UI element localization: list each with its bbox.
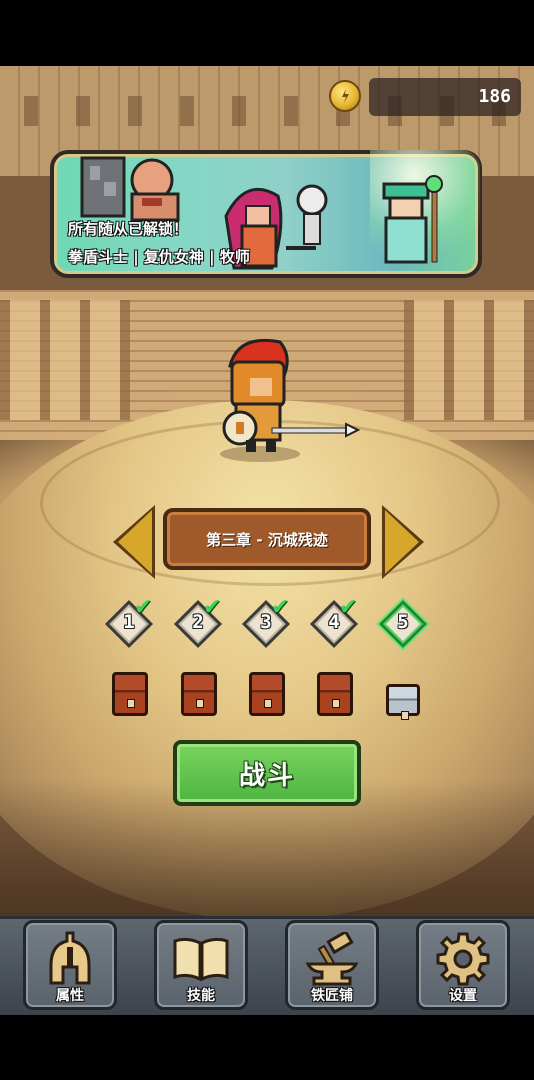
arena-arches-left (0, 300, 130, 420)
gear-icon (419, 929, 507, 989)
gold-coin-icon (329, 80, 361, 112)
coin-count: 186 (478, 86, 511, 107)
helmet-icon (26, 929, 114, 989)
fist-shield-fighter-sprite (80, 156, 180, 222)
level-node-3[interactable]: 3 ✔ (241, 595, 291, 649)
level-node-5[interactable]: 5 (378, 599, 428, 649)
reward-chest-5[interactable] (386, 684, 420, 720)
battle-button-label: 战斗 (238, 760, 295, 791)
level-node-2[interactable]: 2 ✔ (173, 595, 223, 649)
nav-attributes-label: 属性 (56, 988, 84, 1004)
check-icon: ✔ (203, 595, 222, 620)
nav-skills-button[interactable]: 技能 (154, 920, 248, 1010)
reward-chest-3[interactable] (249, 672, 285, 716)
nav-attributes-button[interactable]: 属性 (23, 920, 117, 1010)
arrow-left-icon[interactable] (118, 510, 152, 574)
check-icon: ✔ (134, 595, 153, 620)
top-letterbox (0, 0, 534, 66)
arena-arches-right (404, 300, 534, 420)
check-icon: ✔ (339, 595, 358, 620)
nav-skills-label: 技能 (187, 988, 215, 1004)
banner-companions-text: 拳盾斗士 | 复仇女神 | 牧师 (68, 248, 250, 266)
check-icon: ✔ (271, 595, 290, 620)
nav-blacksmith-label: 铁匠铺 (311, 988, 353, 1004)
spartan-hero-sprite (220, 338, 360, 462)
level-node-1[interactable]: 1 ✔ (104, 595, 154, 649)
chapter-title-plate: 第三章 - 沉城残迹 (163, 508, 371, 570)
chapter-title: 第三章 - 沉城残迹 (206, 530, 328, 549)
reward-chest-1[interactable] (112, 672, 148, 716)
nav-settings-button[interactable]: 设置 (416, 920, 510, 1010)
book-icon (157, 929, 245, 989)
nav-blacksmith-button[interactable]: 铁匠铺 (285, 920, 379, 1010)
reward-chest-2[interactable] (181, 672, 217, 716)
anvil-hammer-icon (288, 929, 376, 989)
level-node-4[interactable]: 4 ✔ (309, 595, 359, 649)
coin-counter: 186 (369, 78, 521, 116)
level-number: 5 (397, 611, 409, 633)
banner-unlock-text: 所有随从已解锁！ (68, 220, 189, 238)
bottom-letterbox (0, 1015, 534, 1080)
nav-settings-label: 设置 (449, 988, 477, 1004)
battle-button[interactable]: 战斗 (173, 740, 361, 806)
priest-sprite (382, 175, 443, 264)
game-screen: 186 所有随从已解锁！ 拳盾斗士 | 复仇女神 | 牧师 第三章 - 沉城残迹… (0, 0, 534, 1080)
arrow-right-icon[interactable] (385, 510, 419, 574)
reward-chest-4[interactable] (317, 672, 353, 716)
